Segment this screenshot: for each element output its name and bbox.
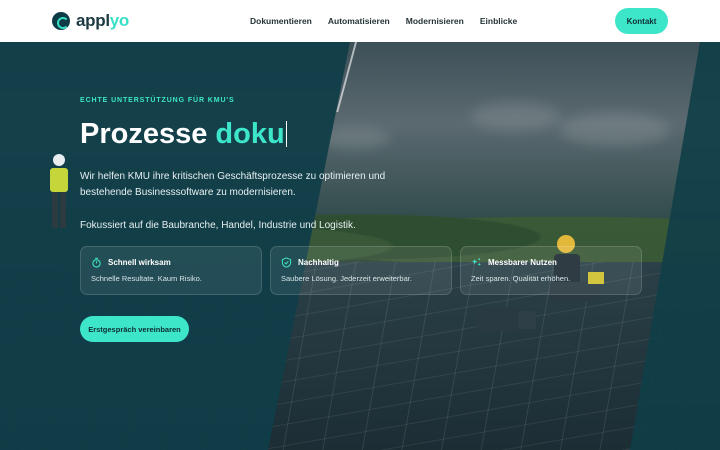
shield-check-icon [281,257,292,268]
benefit-card-schnell: Schnell wirksam Schnelle Resultate. Kaum… [80,246,262,295]
nav-item-dokumentieren[interactable]: Dokumentieren [250,16,312,26]
benefit-card-text: Saubere Lösung. Jederzeit erweiterbar. [281,274,412,283]
hero-eyebrow: ECHTE UNTERSTÜTZUNG FÜR KMU'S [80,97,235,104]
hero-headline: Prozesse doku [80,118,288,151]
cloud-decoration [470,102,560,130]
benefit-card-messbar: Messbarer Nutzen Zeit sparen. Qualität e… [460,246,642,295]
benefit-card-nachhaltig: Nachhaltig Saubere Lösung. Jederzeit erw… [270,246,452,295]
stopwatch-icon [92,257,101,268]
brand-name: applyo [76,11,129,30]
hero-lead: Wir helfen KMU ihre kritischen Geschäfts… [80,171,386,198]
hero-headline-typed: doku [215,118,285,150]
brand-logo[interactable]: applyo [52,10,129,32]
benefit-card-title: Nachhaltig [298,258,339,267]
logo-mark-icon [52,12,70,30]
nav-item-modernisieren[interactable]: Modernisieren [406,16,464,26]
benefit-card-text: Zeit sparen. Qualität erhöhen. [471,274,571,283]
nav-item-automatisieren[interactable]: Automatisieren [328,16,390,26]
benefit-card-text: Schnelle Resultate. Kaum Risiko. [91,274,202,283]
site-header: applyo Dokumentieren Automatisieren Mode… [0,0,720,42]
book-consultation-button[interactable]: Erstgespräch vereinbaren [80,316,189,342]
sparkles-icon [471,258,482,267]
benefit-cards: Schnell wirksam Schnelle Resultate. Kaum… [80,246,642,295]
worker-figure [50,154,68,228]
text-caret [285,121,288,147]
hero-focus: Fokussiert auf die Baubranche, Handel, I… [80,220,356,231]
contact-button[interactable]: Kontakt [615,8,668,34]
benefit-card-title: Schnell wirksam [108,258,171,267]
nav-item-einblicke[interactable]: Einblicke [480,16,517,26]
benefit-card-title: Messbarer Nutzen [488,258,557,267]
worker-figure [478,307,536,331]
cloud-decoration [560,112,670,146]
main-nav: Dokumentieren Automatisieren Modernisier… [250,0,517,42]
